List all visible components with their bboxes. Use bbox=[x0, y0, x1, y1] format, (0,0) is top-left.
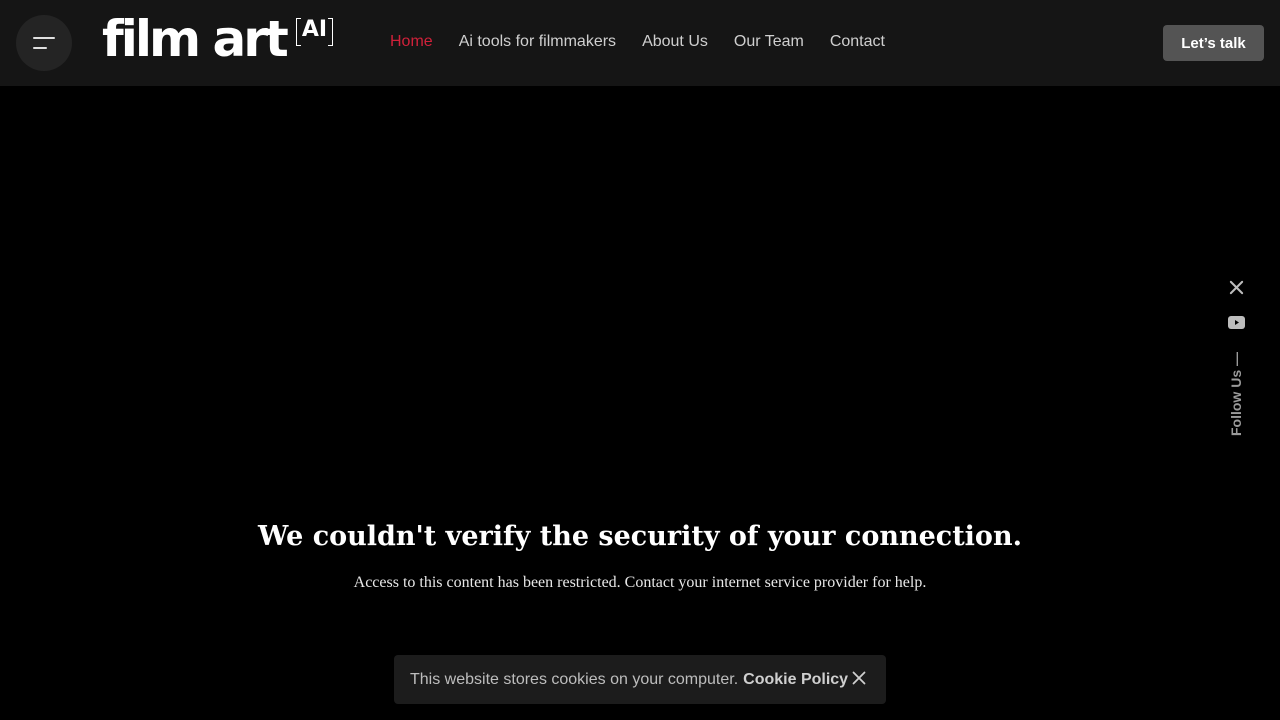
cookie-banner: This website stores cookies on your comp… bbox=[394, 655, 886, 704]
site-logo[interactable]: film art AI bbox=[102, 10, 334, 72]
site-header: film art AI Home Ai tools for filmmakers… bbox=[0, 0, 1280, 86]
social-links bbox=[1220, 276, 1252, 346]
nav-item-about-us[interactable]: About Us bbox=[642, 32, 708, 52]
nav-item-contact[interactable]: Contact bbox=[830, 32, 885, 52]
logo-ai-badge: AI bbox=[295, 18, 334, 46]
nav-item-ai-tools[interactable]: Ai tools for filmmakers bbox=[459, 32, 616, 52]
logo-wordmark: film art bbox=[102, 10, 289, 68]
main-nav: Home Ai tools for filmmakers About Us Ou… bbox=[390, 32, 911, 52]
menu-toggle-button[interactable] bbox=[16, 15, 72, 71]
error-message: Access to this content has been restrict… bbox=[353, 574, 927, 591]
hamburger-menu-icon bbox=[33, 37, 55, 39]
nav-item-home[interactable]: Home bbox=[390, 32, 433, 52]
follow-us-label-wrap: Follow Us — bbox=[1226, 348, 1246, 440]
nav-item-our-team[interactable]: Our Team bbox=[734, 32, 804, 52]
youtube-icon[interactable] bbox=[1225, 311, 1247, 333]
x-twitter-icon[interactable] bbox=[1225, 276, 1247, 298]
cookie-text: This website stores cookies on your comp… bbox=[410, 670, 739, 688]
follow-us-label: Follow Us — bbox=[1228, 352, 1244, 436]
lets-talk-button[interactable]: Let’s talk bbox=[1163, 25, 1264, 61]
error-title: We couldn't verify the security of your … bbox=[258, 521, 1022, 552]
cookie-policy-link[interactable]: Cookie Policy bbox=[743, 671, 848, 689]
close-icon[interactable] bbox=[852, 671, 868, 687]
